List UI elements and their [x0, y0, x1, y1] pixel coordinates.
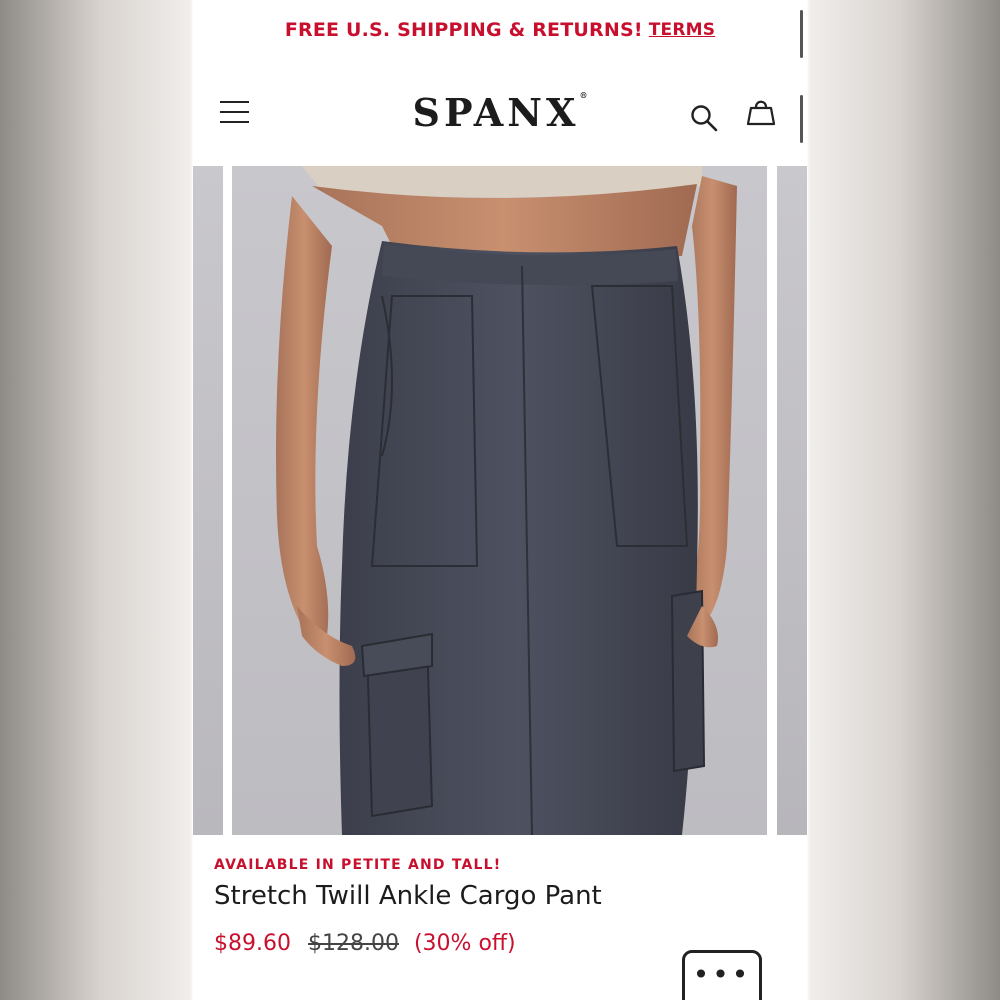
availability-note: AVAILABLE IN PETITE AND TALL!: [214, 857, 502, 873]
discount-label: (30% off): [413, 931, 516, 956]
terms-link[interactable]: TERMS: [649, 20, 715, 40]
previous-image-peek[interactable]: [193, 166, 223, 835]
search-icon[interactable]: [690, 104, 718, 132]
logo-text: SPANX: [412, 90, 580, 135]
sale-price: $89.60: [214, 931, 291, 956]
next-image-peek[interactable]: [777, 166, 807, 835]
shopping-bag-icon[interactable]: [746, 96, 776, 128]
product-image-carousel[interactable]: [193, 166, 807, 835]
more-dots-icon[interactable]: •••: [682, 950, 762, 1000]
cargo-pant-photo: [232, 166, 767, 835]
scrollbar[interactable]: [800, 10, 803, 58]
more-dots-label: •••: [692, 958, 752, 991]
trademark-mark: ®: [579, 90, 588, 100]
product-title: Stretch Twill Ankle Cargo Pant: [214, 881, 602, 911]
promo-text: FREE U.S. SHIPPING & RETURNS!: [284, 19, 643, 41]
mobile-page: FREE U.S. SHIPPING & RETURNS! TERMS SPAN…: [193, 0, 807, 1000]
site-header: SPANX®: [193, 60, 807, 166]
product-info: AVAILABLE IN PETITE AND TALL! Stretch Tw…: [214, 835, 794, 956]
original-price: $128.00: [307, 931, 399, 956]
promo-banner: FREE U.S. SHIPPING & RETURNS! TERMS: [193, 0, 807, 60]
product-photo[interactable]: [232, 166, 767, 835]
